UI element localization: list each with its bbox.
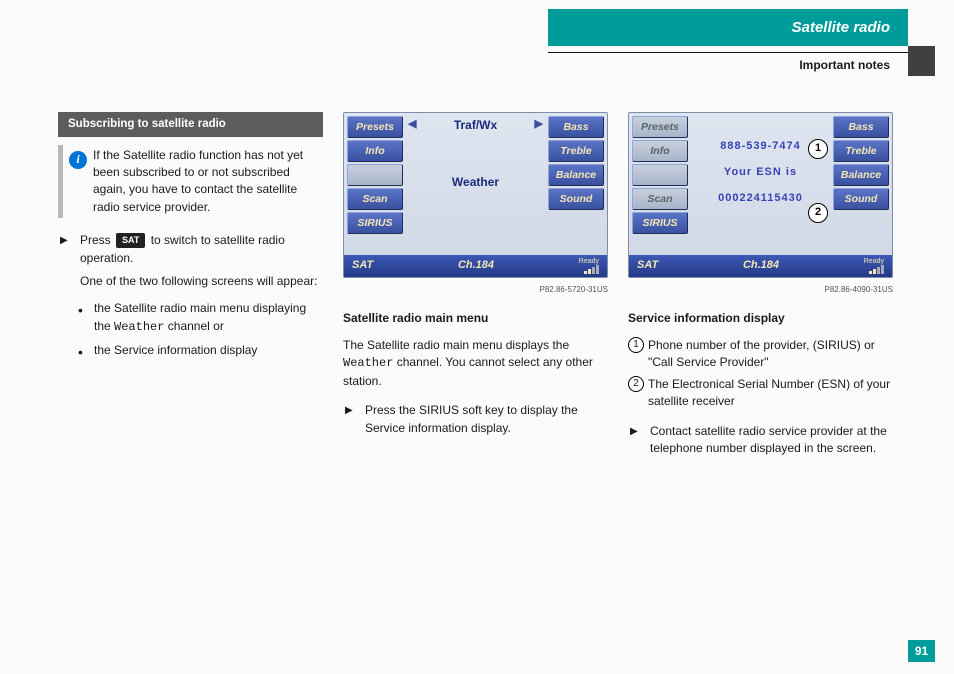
soft-key-scan: Scan xyxy=(347,188,403,210)
body-text: The Satellite radio main menu displays t… xyxy=(343,337,608,390)
legend-item-2: 2 The Electronical Serial Number (ESN) o… xyxy=(628,376,893,411)
mode-label: SAT xyxy=(352,258,373,274)
soft-key-info: Info xyxy=(347,140,403,162)
callout-2-icon: 2 xyxy=(628,376,644,392)
page-number: 91 xyxy=(908,640,935,662)
legend-item-1: 1 Phone number of the provider, (SIRIUS)… xyxy=(628,337,893,372)
bullet-1: the Satellite radio main menu displaying… xyxy=(78,300,323,336)
signal-icon xyxy=(868,265,884,274)
header-title: Satellite radio xyxy=(792,19,890,36)
mode-label: SAT xyxy=(637,258,658,274)
triangle-icon: ▶ xyxy=(345,404,353,419)
section-heading: Subscribing to satellite radio xyxy=(58,112,323,137)
right-arrow-icon: ▶ xyxy=(535,117,543,133)
side-tab xyxy=(908,46,935,76)
esn-value: 000224115430 xyxy=(718,191,803,207)
image-reference: P82.86-5720-31US xyxy=(343,284,608,296)
sat-key-icon: SAT xyxy=(116,233,145,248)
soft-key-treble: Treble xyxy=(833,140,889,162)
result-text: One of the two following screens will ap… xyxy=(58,273,323,290)
channel-number: Ch.184 xyxy=(743,258,779,274)
service-phone: 888-539-7474 xyxy=(720,139,801,155)
triangle-icon: ▶ xyxy=(630,425,638,440)
device-status-bar: SAT Ch.184 Ready xyxy=(344,255,607,277)
callout-1-icon: 1 xyxy=(628,337,644,353)
step-text-a: Press xyxy=(80,233,114,247)
callout-2-badge: 2 xyxy=(808,203,828,223)
bullet-list: the Satellite radio main menu displaying… xyxy=(58,300,323,359)
step-press-sat: ▶ Press SAT to switch to satellite radio… xyxy=(58,232,323,267)
info-icon: i xyxy=(69,151,87,169)
column-2: Presets Info Scan SIRIUS Bass Treble Bal… xyxy=(343,112,608,443)
soft-key-bass: Bass xyxy=(833,116,889,138)
channel-name: Weather xyxy=(452,174,499,191)
ready-indicator: Ready xyxy=(579,258,599,274)
soft-key-sirius: SIRIUS xyxy=(632,212,688,234)
device-center: 888-539-7474 Your ESN is 000224115430 xyxy=(691,113,830,255)
triangle-icon: ▶ xyxy=(60,234,68,249)
soft-key-balance: Balance xyxy=(548,164,604,186)
ready-indicator: Ready xyxy=(864,258,884,274)
divider xyxy=(548,52,908,53)
figure-caption: Service information display xyxy=(628,310,893,327)
header-band: Satellite radio xyxy=(548,9,908,46)
bullet-2: the Service information display xyxy=(78,342,323,359)
soft-key-blank xyxy=(347,164,403,186)
soft-key-sirius: SIRIUS xyxy=(347,212,403,234)
soft-key-scan: Scan xyxy=(632,188,688,210)
figure-caption: Satellite radio main menu xyxy=(343,310,608,327)
image-reference: P82.86-4090-31US xyxy=(628,284,893,296)
column-3: Presets Info Scan SIRIUS Bass Treble Bal… xyxy=(628,112,893,463)
soft-key-sound: Sound xyxy=(833,188,889,210)
column-1: Subscribing to satellite radio i If the … xyxy=(58,112,323,370)
info-text: If the Satellite radio function has not … xyxy=(93,147,323,217)
soft-key-presets: Presets xyxy=(632,116,688,138)
info-note: i If the Satellite radio function has no… xyxy=(58,145,323,219)
soft-key-balance: Balance xyxy=(833,164,889,186)
soft-key-presets: Presets xyxy=(347,116,403,138)
device-screenshot-main-menu: Presets Info Scan SIRIUS Bass Treble Bal… xyxy=(343,112,608,278)
header-subtitle: Important notes xyxy=(548,58,908,72)
callout-1-badge: 1 xyxy=(808,139,828,159)
signal-icon xyxy=(583,265,599,274)
step-press-sirius: ▶ Press the SIRIUS soft key to display t… xyxy=(343,402,608,437)
channel-number: Ch.184 xyxy=(458,258,494,274)
soft-key-blank xyxy=(632,164,688,186)
soft-key-sound: Sound xyxy=(548,188,604,210)
soft-key-bass: Bass xyxy=(548,116,604,138)
esn-label: Your ESN is xyxy=(724,165,797,181)
device-screenshot-service-info: Presets Info Scan SIRIUS Bass Treble Bal… xyxy=(628,112,893,278)
soft-key-info: Info xyxy=(632,140,688,162)
category-label: Traf/Wx xyxy=(454,118,497,132)
step-contact-provider: ▶ Contact satellite radio service provid… xyxy=(628,423,893,458)
device-center: ◀ Traf/Wx ▶ Weather xyxy=(406,113,545,255)
device-status-bar: SAT Ch.184 Ready xyxy=(629,255,892,277)
left-arrow-icon: ◀ xyxy=(408,117,416,133)
soft-key-treble: Treble xyxy=(548,140,604,162)
